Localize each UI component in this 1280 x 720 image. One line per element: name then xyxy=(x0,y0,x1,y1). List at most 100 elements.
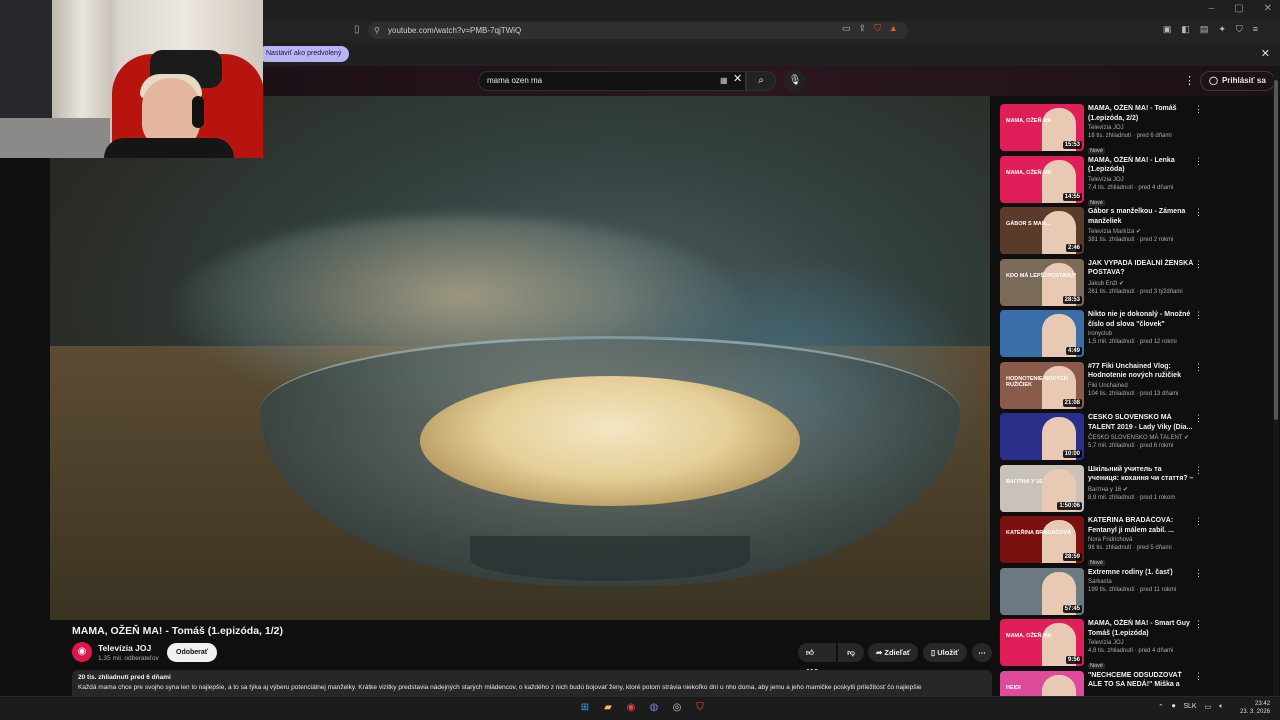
more-options-icon[interactable]: ⋮ xyxy=(1194,671,1203,682)
more-options-icon[interactable]: ⋮ xyxy=(1194,465,1203,476)
more-options-icon[interactable]: ⋮ xyxy=(1194,568,1203,579)
more-options-icon[interactable]: ⋮ xyxy=(1194,207,1203,218)
steam-icon[interactable]: ◎ xyxy=(670,701,684,715)
recommendation-channel[interactable]: Televízia JOJ xyxy=(1088,125,1194,131)
video-thumbnail[interactable]: MAMA, OŽEŇ MA 15:53 xyxy=(1000,104,1084,151)
more-options-icon[interactable]: ⋮ xyxy=(1194,156,1203,167)
set-default-button[interactable]: Nastaviť ako predvolený xyxy=(258,46,350,62)
more-options-icon[interactable]: ⋮ xyxy=(1194,619,1203,630)
recommendation-title[interactable]: MAMA, OŽEŇ MA! - Smart Guy Tomáš (1.epiz… xyxy=(1088,619,1194,638)
video-thumbnail[interactable]: KATEŘINA BRADÁČOVÁ 28:59 xyxy=(1000,516,1084,563)
more-options-icon[interactable]: ⋮ xyxy=(1194,104,1203,115)
save-button[interactable]: ▯ Uložiť xyxy=(923,643,967,662)
recommendation-item[interactable]: KATEŘINA BRADÁČOVÁ 28:59 KATEŘINA BRADÁČOV… xyxy=(1000,516,1205,568)
settings-menu-icon[interactable]: ⋮ xyxy=(1184,74,1195,87)
volume-icon[interactable]: 🔈︎ xyxy=(1219,703,1223,711)
recommendation-item[interactable]: KDO MÁ LEPŠÍ POSTAVU? 28:53 JAK VYPADÁ IDE… xyxy=(1000,258,1205,311)
video-player[interactable] xyxy=(50,96,990,620)
recommendation-item[interactable]: 57:45 Extremne rodiny (1. časť) Sarkasta 19… xyxy=(1000,567,1205,620)
brave-icon[interactable]: ⛉ xyxy=(693,701,707,715)
video-thumbnail[interactable]: 57:45 xyxy=(1000,567,1084,615)
more-options-icon[interactable]: ⋮ xyxy=(1194,310,1203,321)
share-icon[interactable]: ⇪ xyxy=(859,23,867,34)
recommendation-title[interactable]: JAK VYPADÁ IDEÁLNÍ ŽENSKÁ POSTAVA? xyxy=(1088,259,1194,278)
menu-icon[interactable]: ≡ xyxy=(1253,24,1258,35)
video-thumbnail[interactable]: MAMA, OŽEŇ MA 14:55 xyxy=(1000,155,1084,203)
signin-button[interactable]: ◯ Prihlásiť sa xyxy=(1200,71,1275,91)
like-button[interactable]: 👍︎ 116 xyxy=(798,643,836,676)
more-options-icon[interactable]: ⋮ xyxy=(1194,259,1203,270)
recommendation-item[interactable]: MAMA, OŽEŇ MA 9:56 MAMA, OŽEŇ MA! - Smart … xyxy=(1000,619,1205,671)
recommendation-title[interactable]: "NECHCEME ODSUDZOVAŤ ALE TO SA NEDÁ!" Mi… xyxy=(1088,671,1194,690)
share-button[interactable]: ➦ Zdieľať xyxy=(868,643,919,662)
recommendation-item[interactable]: HEIDI "NECHCEME ODSUDZOVAŤ ALE TO SA NEDÁ… xyxy=(1000,670,1205,696)
video-thumbnail[interactable]: ВАГІТНА У 16 1:50:06 xyxy=(1000,464,1084,512)
recommendation-title[interactable]: Extremne rodiny (1. časť) xyxy=(1088,568,1194,578)
mic-tray-icon[interactable]: ⏺ xyxy=(1172,703,1176,711)
recommendation-channel[interactable]: ČESKO SLOVENSKO MÁ TALENT ✔ xyxy=(1088,434,1194,441)
rewards-icon[interactable]: ▲ xyxy=(889,23,898,34)
recommendation-item[interactable]: GÁBOR S MAN... 2:46 Gábor s manželkou - Zá… xyxy=(1000,207,1205,259)
scrollbar-thumb[interactable] xyxy=(1274,80,1278,420)
recommendation-channel[interactable]: Televízia JOJ xyxy=(1088,640,1194,646)
search-button[interactable]: ⌕ xyxy=(746,71,776,91)
network-icon[interactable]: ▭ xyxy=(1205,703,1212,711)
video-thumbnail[interactable]: 10:00 xyxy=(1000,413,1084,460)
video-thumbnail[interactable]: GÁBOR S MAN... 2:46 xyxy=(1000,207,1084,254)
video-thumbnail[interactable]: MAMA, OŽEŇ MA 9:56 xyxy=(1000,619,1084,666)
recommendation-item[interactable]: ВАГІТНА У 16 1:50:06 Шкільний учитель та у… xyxy=(1000,464,1205,517)
search-input[interactable]: mama ozen ma xyxy=(478,71,746,91)
recommendation-channel[interactable]: Televízia Markíza ✔ xyxy=(1088,228,1194,235)
close-icon[interactable]: ✕ xyxy=(1261,47,1270,60)
leo-icon[interactable]: ✦ xyxy=(1218,24,1226,35)
wallet-icon[interactable]: ▤ xyxy=(1200,24,1209,35)
channel-name[interactable]: Televízia JOJ xyxy=(98,643,151,653)
description-box[interactable]: 20 tis. zhliadnutí pred 6 dňami Každá ma… xyxy=(72,670,992,698)
video-thumbnail[interactable]: HODNOTENIE NOVÝCH RUŽIČIEK 21:08 xyxy=(1000,361,1084,409)
video-thumbnail[interactable]: HEIDI xyxy=(1000,670,1084,696)
more-options-icon[interactable]: ⋮ xyxy=(1194,362,1203,373)
recommendation-channel[interactable]: Televízia JOJ xyxy=(1088,177,1194,183)
maximize-button[interactable]: ▢ xyxy=(1234,3,1243,14)
recommendation-title[interactable]: Nikto nie je dokonalý - Množné číslo od … xyxy=(1088,310,1194,329)
voice-search-button[interactable]: 🎙 xyxy=(784,70,806,92)
install-icon[interactable]: ▭ xyxy=(842,23,851,34)
video-thumbnail[interactable]: KDO MÁ LEPŠÍ POSTAVU? 28:53 xyxy=(1000,258,1084,306)
discord-icon[interactable]: ◍ xyxy=(647,701,661,715)
brave-shield-icon[interactable]: ⛉ xyxy=(874,23,881,34)
keyboard-icon[interactable]: ▦ xyxy=(720,76,728,85)
video-thumbnail[interactable]: 4:49 xyxy=(1000,310,1084,357)
subscribe-button[interactable]: Odoberať xyxy=(167,643,218,662)
system-clock[interactable]: 23:42 23. 3. 2026 xyxy=(1240,700,1270,716)
sidebar-icon[interactable]: ◧ xyxy=(1181,24,1190,35)
recommendation-title[interactable]: MAMA, OŽEŇ MA! - Tomáš (1.epizóda, 2/2) xyxy=(1088,104,1194,123)
recommendation-channel[interactable]: Nora Fridrichová xyxy=(1088,537,1194,543)
chrome-icon[interactable]: ◉ xyxy=(624,701,638,715)
recommendation-title[interactable]: Gábor s manželkou - Zámena manželiek xyxy=(1088,207,1194,226)
recommendation-title[interactable]: MAMA, OŽEŇ MA! - Lenka (1.epizóda) xyxy=(1088,156,1194,175)
close-window-button[interactable]: ✕ xyxy=(1264,3,1272,14)
recommendation-channel[interactable]: Sarkasta xyxy=(1088,579,1194,585)
recommendation-item[interactable]: MAMA, OŽEŇ MA 14:55 MAMA, OŽEŇ MA! - Lenka… xyxy=(1000,155,1205,208)
more-actions-button[interactable]: ⋯ xyxy=(972,643,992,662)
recommendation-title[interactable]: KATEŘINA BRADÁČOVÁ: Fentanyl ji málem za… xyxy=(1088,516,1194,535)
recommendation-channel[interactable]: Jakub Enžl ✔ xyxy=(1088,280,1194,287)
recommendation-title[interactable]: ČESKO SLOVENSKO MÁ TALENT 2019 - Lady Vi… xyxy=(1088,413,1194,432)
file-explorer-icon[interactable]: ▰ xyxy=(601,701,615,715)
more-options-icon[interactable]: ⋮ xyxy=(1194,413,1203,424)
recommendation-title[interactable]: #77 Fiki Unchained Vlog: Hodnotenie nový… xyxy=(1088,362,1194,381)
recommendation-channel[interactable]: Вагітна у 16 ✔ xyxy=(1088,486,1194,493)
start-icon[interactable]: ⊞ xyxy=(578,701,592,715)
recommendation-channel[interactable]: Fiki Unchained xyxy=(1088,383,1194,389)
recommendation-item[interactable]: 10:00 ČESKO SLOVENSKO MÁ TALENT 2019 - La… xyxy=(1000,413,1205,465)
recommendation-item[interactable]: HODNOTENIE NOVÝCH RUŽIČIEK 21:08 #77 Fiki … xyxy=(1000,361,1205,414)
more-options-icon[interactable]: ⋮ xyxy=(1194,516,1203,527)
url-field[interactable]: ⚲ youtube.com/watch?v=PMB-7qjTWiQ xyxy=(368,22,908,39)
language-indicator[interactable]: SLK xyxy=(1183,703,1196,711)
site-info-icon[interactable]: ⚲ xyxy=(374,22,380,39)
tray-chevron-icon[interactable]: ⌃ xyxy=(1158,703,1164,711)
minimize-button[interactable]: – xyxy=(1209,3,1215,14)
bookmark-icon[interactable]: ▯ xyxy=(354,24,360,35)
channel-avatar[interactable]: ◉ xyxy=(72,642,92,662)
extensions-icon[interactable]: ▣ xyxy=(1163,24,1172,35)
